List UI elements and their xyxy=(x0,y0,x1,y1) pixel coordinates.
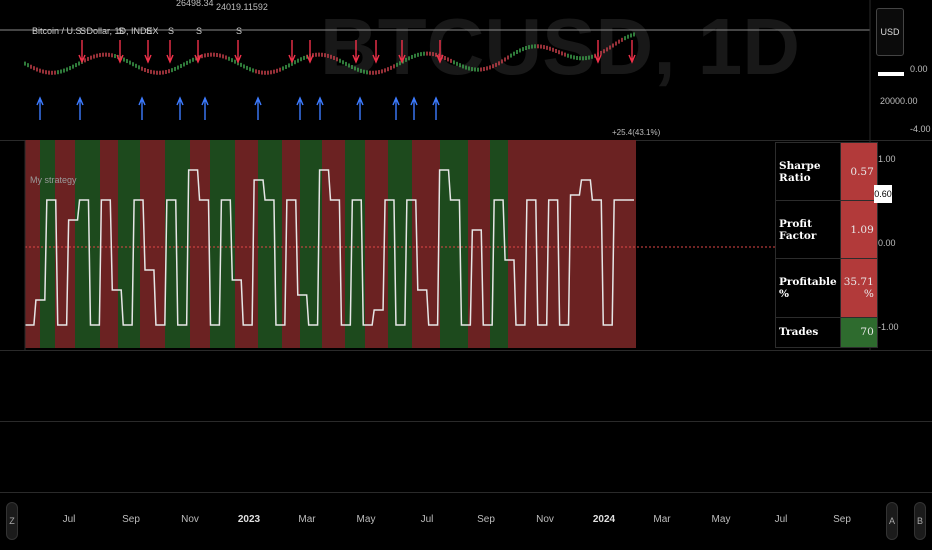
scale-top: 1.00 xyxy=(878,154,896,164)
sell-label: S xyxy=(168,26,174,36)
regime-band xyxy=(118,140,140,348)
symbol-title[interactable]: Bitcoin / U.S. Dollar, 1D, INDEX xyxy=(32,26,159,36)
regime-band xyxy=(388,140,412,348)
regime-band xyxy=(508,140,636,348)
sell-arrow xyxy=(234,40,242,64)
time-label: Mar xyxy=(653,514,671,525)
sell-label: S xyxy=(196,26,202,36)
buy-arrow xyxy=(76,96,84,120)
time-label: May xyxy=(711,514,731,525)
stats-row: Trades 70 xyxy=(775,316,878,349)
current-value-badge: 0.60 xyxy=(874,185,892,203)
top-annotation-1: 26498.34 xyxy=(176,0,214,8)
scale-mid: 0.00 xyxy=(878,238,896,248)
stats-value: 1.09 xyxy=(839,200,878,260)
pane-separator-3[interactable] xyxy=(0,421,932,422)
time-label: Jul xyxy=(420,514,434,525)
currency-button[interactable]: USD xyxy=(876,8,904,56)
price-level-minus4: -4.00 xyxy=(910,124,931,134)
strategy-title[interactable]: My strategy xyxy=(30,175,77,185)
log-scale-button[interactable]: B xyxy=(914,502,926,540)
regime-band xyxy=(40,140,55,348)
sell-arrow xyxy=(194,40,202,64)
sell-arrow xyxy=(78,40,86,64)
watermark: BTCUSD, 1D xyxy=(320,2,800,91)
time-label: Jul xyxy=(62,514,76,525)
buy-arrow xyxy=(138,96,146,120)
time-label: Nov xyxy=(181,514,199,525)
auto-scale-button[interactable]: A xyxy=(886,502,898,540)
time-label: Sep xyxy=(122,514,140,525)
regime-band xyxy=(258,140,282,348)
time-label: Sep xyxy=(477,514,495,525)
stats-value: 0.57 xyxy=(839,141,878,202)
time-label: Mar xyxy=(298,514,316,525)
top-annotation-2: 24019.11592 xyxy=(216,2,268,12)
stats-label: Profitable % xyxy=(775,258,841,318)
time-label: 2024 xyxy=(592,514,616,525)
regime-bands xyxy=(25,140,636,348)
price-level-marker xyxy=(878,72,904,76)
time-axis-border xyxy=(0,492,932,493)
price-level-20000: 20000.00 xyxy=(880,96,918,106)
sell-arrow xyxy=(306,40,314,64)
sell-arrow xyxy=(288,40,296,64)
stats-row: Sharpe Ratio 0.57 xyxy=(775,141,878,202)
stats-row: Profit Factor 1.09 xyxy=(775,200,878,260)
regime-band xyxy=(190,140,210,348)
sell-arrow xyxy=(144,40,152,64)
time-label: 2023 xyxy=(237,514,261,525)
buy-arrow xyxy=(392,96,400,120)
stats-label: Sharpe Ratio xyxy=(775,141,841,202)
scroll-left-button[interactable]: Z xyxy=(6,502,18,540)
time-label: Jul xyxy=(774,514,788,525)
buy-arrow xyxy=(410,96,418,120)
stats-row: Profitable % 35.71 % xyxy=(775,258,878,318)
price-chart[interactable]: BTCUSD, 1D SSSSSS xyxy=(0,0,932,140)
buy-arrow xyxy=(432,96,440,120)
regime-band xyxy=(235,140,258,348)
sell-arrow xyxy=(116,40,124,64)
regime-band xyxy=(100,140,118,348)
bottom-annotation: +25.4(43.1%) xyxy=(612,128,661,137)
time-label: Sep xyxy=(833,514,851,525)
regime-band xyxy=(440,140,468,348)
sell-label: S xyxy=(236,26,242,36)
buy-arrow xyxy=(316,96,324,120)
buy-arrow xyxy=(201,96,209,120)
regime-band xyxy=(75,140,100,348)
stats-label: Profit Factor xyxy=(775,200,841,260)
pane-separator-2[interactable] xyxy=(0,350,932,351)
time-label: May xyxy=(356,514,376,525)
stats-label: Trades xyxy=(775,316,841,349)
buy-arrow xyxy=(356,96,364,120)
buy-arrow xyxy=(36,96,44,120)
stats-table: Sharpe Ratio 0.57 Profit Factor 1.09 Profita… xyxy=(775,141,878,349)
buy-arrow xyxy=(254,96,262,120)
stats-value: 35.71 % xyxy=(839,258,878,318)
stats-value: 70 xyxy=(839,316,878,349)
scale-bottom: -1.00 xyxy=(878,322,899,332)
sell-arrow xyxy=(166,40,174,64)
time-label: Nov xyxy=(536,514,554,525)
buy-arrow xyxy=(176,96,184,120)
regime-band xyxy=(25,140,40,348)
price-level-zero: 0.00 xyxy=(910,64,928,74)
buy-arrow xyxy=(296,96,304,120)
